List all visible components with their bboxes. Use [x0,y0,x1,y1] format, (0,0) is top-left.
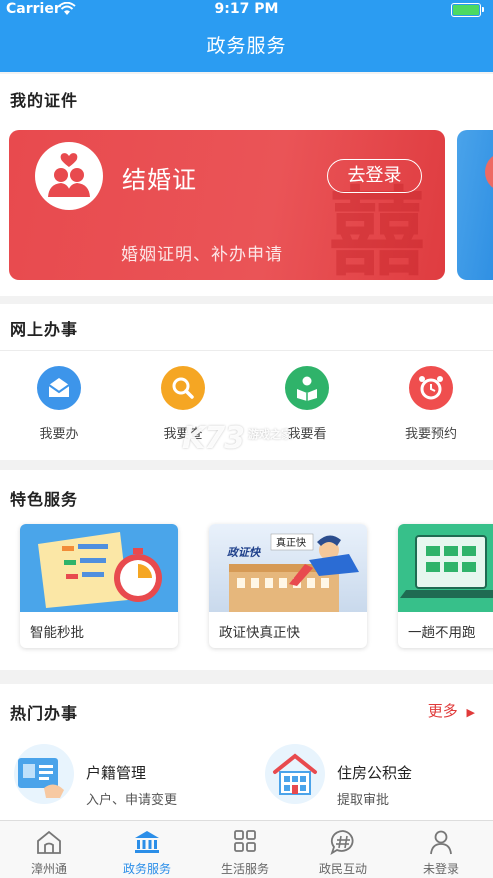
couple-icon [35,142,103,210]
marriage-certificate-card[interactable]: 囍 结婚证 去登录 婚姻证明、补办申请 [9,130,445,280]
clock: 9:17 PM [214,1,279,17]
more-label: 更多 [427,702,458,720]
feature-label: 一趟不用跑 [408,625,476,641]
government-icon [133,829,161,855]
certificate-icon [485,152,493,192]
hot-item-housing-fund[interactable]: 住房公积金 提取审批 [265,744,493,808]
certificates-section: 我的证件 囍 结婚证 去登录 婚姻证明、补办申请 [0,74,493,296]
reader-icon [285,366,329,410]
tab-label: 生活服务 [220,862,269,876]
hero-building-illustration: 真正快 政证快 [209,524,367,612]
more-link[interactable]: 更多 ▶ [428,700,475,721]
tab-bar: 漳州通 政务服务 生活服务 政民互动 未登录 [0,820,493,878]
tab-label: 未登录 [422,862,459,876]
hot-services-section: 热门办事 更多 ▶ 户籍管理 入户、申请变更 住房公积金 提取审批 [0,684,493,820]
divider [0,350,493,351]
tab-life-services[interactable]: 生活服务 [196,821,294,878]
user-icon [427,829,455,855]
status-bar: Carrier 9:17 PM [0,0,493,20]
house-icon [265,744,325,804]
hot-item-household[interactable]: 户籍管理 入户、申请变更 [14,744,244,808]
section-title-online: 网上办事 [10,320,79,339]
battery-icon [451,3,484,17]
certificate-description: 婚姻证明、补办申请 [121,245,283,265]
feature-card-instant-approval[interactable]: 智能秒批 [20,524,178,648]
hot-item-title: 住房公积金 [337,764,413,782]
id-card-icon [14,744,74,804]
alarm-clock-icon [409,366,453,410]
tab-citizen-interaction[interactable]: 政民互动 [294,821,392,878]
login-button[interactable]: 去登录 [327,159,422,193]
hot-item-subtitle: 入户、申请变更 [86,793,178,808]
certificate-name: 结婚证 [122,166,197,194]
home-icon [35,829,63,855]
laptop-illustration [398,524,493,612]
section-title-featured: 特色服务 [10,490,79,509]
tab-government-services[interactable]: 政务服务 [98,821,196,878]
next-certificate-card[interactable] [457,130,493,280]
tab-zhangzhoutong[interactable]: 漳州通 [0,821,98,878]
section-title-certificates: 我的证件 [10,91,79,110]
banner-sign: 真正快 [276,536,306,549]
service-apply[interactable]: 我要办 [14,366,104,442]
hot-item-title: 户籍管理 [86,764,147,782]
tab-label: 政民互动 [318,862,367,876]
search-icon [161,366,205,410]
banner-logo: 政证快 [227,546,261,559]
tab-label: 政务服务 [122,862,171,876]
page-title: 政务服务 [206,35,287,57]
checklist-timer-illustration [20,524,178,612]
service-label: 我要预约 [404,427,457,442]
hot-item-subtitle: 提取审批 [337,793,390,808]
chat-hashtag-icon [329,829,357,856]
tab-label: 漳州通 [30,862,67,876]
service-label: 我要办 [39,427,79,442]
feature-card-fast-permit[interactable]: 真正快 政证快 政证快真正快 [209,524,367,648]
grid-icon [231,829,259,855]
triangle-right-icon: ▶ [466,706,475,719]
tab-not-logged-in[interactable]: 未登录 [392,821,490,878]
featured-section: 特色服务 智能秒批 真正快 政证快 政证快真正快 一趟不用跑 [0,470,493,670]
service-appointment[interactable]: 我要预约 [386,366,476,442]
feature-label: 政证快真正快 [219,625,300,641]
envelope-icon [37,366,81,410]
site-watermark: K73 游戏之家 [182,421,292,456]
feature-label: 智能秒批 [30,625,84,641]
nav-bar: 政务服务 [0,20,493,72]
feature-card-no-trip[interactable]: 一趟不用跑 [398,524,493,648]
section-title-hot: 热门办事 [10,704,79,723]
